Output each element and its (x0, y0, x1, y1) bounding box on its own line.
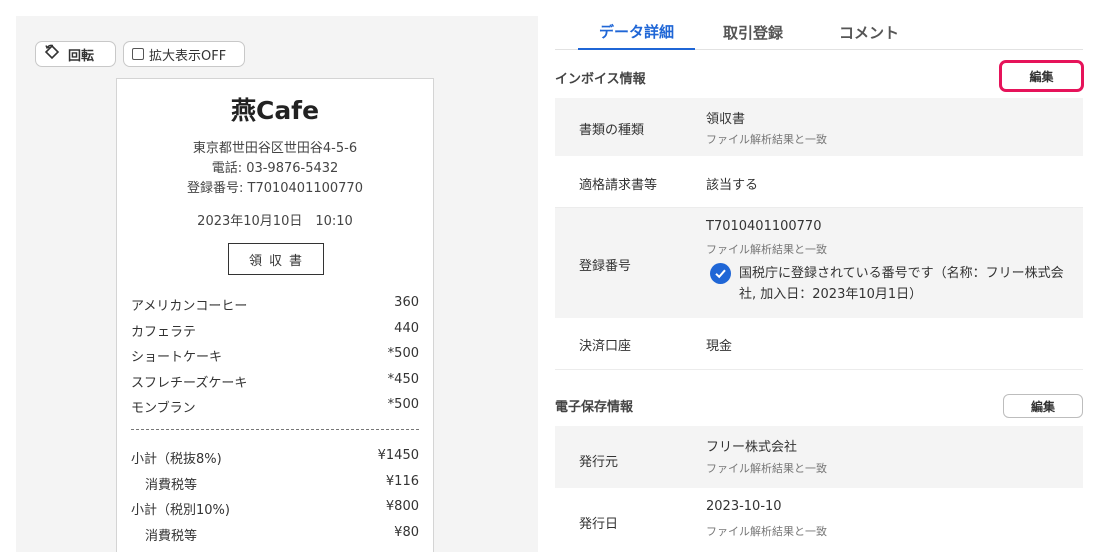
doc-type-value: 領収書 (706, 112, 746, 127)
detail-tabs: データ詳細 取引登録 コメント (555, 14, 1083, 50)
tab-data-details[interactable]: データ詳細 (578, 14, 695, 50)
issuer-note: ファイル解析結果と一致 (706, 462, 827, 475)
receipt-item: モンブラン *500 (131, 397, 419, 416)
qualified-value: 該当する (706, 178, 759, 193)
receipt-subtotal: 小計（税抜8%) ¥1450 (131, 448, 419, 467)
qualified-label: 適格請求書等 (579, 178, 658, 193)
rotate-label: 回転 (68, 48, 95, 64)
zoom-label: 拡大表示OFF (149, 48, 227, 64)
issuer-row: 発行元 フリー株式会社 ファイル解析結果と一致 (555, 426, 1083, 488)
receipt-item: カフェラテ 440 (131, 321, 419, 340)
registration-number-row: 登録番号 T7010401100770 ファイル解析結果と一致 国税庁に登録され… (555, 208, 1083, 318)
receipt-divider (131, 429, 419, 430)
tab-comments[interactable]: コメント (815, 14, 923, 50)
registration-note: ファイル解析結果と一致 (706, 243, 827, 256)
store-registration: 登録番号: T7010401100770 (187, 181, 363, 196)
store-address: 東京都世田谷区世田谷4-5-6 (192, 141, 358, 156)
tab-transaction-registration[interactable]: 取引登録 (705, 14, 801, 50)
registration-verified-text: 国税庁に登録されている番号です（名称：フリー株式会社, 加入日：2023年10月… (739, 266, 1064, 302)
issue-date-row: 発行日 2023-10-10 ファイル解析結果と一致 (555, 488, 1083, 552)
receipt-title: 領収書 (228, 243, 324, 275)
invoice-section-title: インボイス情報 (555, 72, 646, 87)
receipt-item: スフレチーズケーキ *450 (131, 372, 419, 391)
receipt-datetime: 2023年10月10日 10:10 (197, 214, 353, 229)
qualified-invoice-row: 適格請求書等 該当する (555, 156, 1083, 208)
issuer-label: 発行元 (579, 455, 619, 470)
zoom-toggle[interactable]: 拡大表示OFF (123, 41, 245, 67)
issue-date-value: 2023-10-10 (706, 499, 782, 514)
check-circle-icon (710, 263, 731, 284)
document-viewer: 回転 拡大表示OFF 燕Cafe 東京都世田谷区世田谷4-5-6 電話: 03-… (16, 16, 538, 552)
receipt-image: 燕Cafe 東京都世田谷区世田谷4-5-6 電話: 03-9876-5432 登… (116, 78, 434, 552)
receipt-item: アメリカンコーヒー 360 (131, 295, 419, 314)
store-name: 燕Cafe (230, 96, 320, 125)
estorage-edit-button[interactable]: 編集 (1003, 394, 1083, 418)
rotate-button[interactable]: 回転 (35, 41, 116, 67)
receipt-tax: 消費税等 ¥116 (145, 474, 419, 493)
issuer-value: フリー株式会社 (706, 440, 798, 455)
zoom-checkbox[interactable] (132, 48, 144, 60)
payment-account-row: 決済口座 現金 (555, 318, 1083, 370)
estorage-section-title: 電子保存情報 (555, 400, 634, 415)
issue-date-note: ファイル解析結果と一致 (706, 525, 827, 538)
doc-type-label: 書類の種類 (579, 123, 645, 138)
rotate-icon (44, 44, 60, 64)
registration-label: 登録番号 (579, 259, 632, 274)
account-label: 決済口座 (579, 339, 632, 354)
receipt-subtotal: 小計（税別10%) ¥800 (131, 499, 419, 518)
account-value: 現金 (706, 339, 733, 354)
doc-type-note: ファイル解析結果と一致 (706, 133, 827, 146)
store-phone: 電話: 03-9876-5432 (211, 161, 339, 176)
registration-value: T7010401100770 (706, 219, 822, 234)
issue-date-label: 発行日 (579, 517, 619, 532)
invoice-edit-button[interactable]: 編集 (999, 60, 1084, 92)
doc-type-row: 書類の種類 領収書 ファイル解析結果と一致 (555, 98, 1083, 156)
registration-verified: 国税庁に登録されている番号です（名称：フリー株式会社, 加入日：2023年10月… (710, 263, 1069, 305)
receipt-item: ショートケーキ *500 (131, 346, 419, 365)
receipt-tax: 消費税等 ¥80 (145, 525, 419, 544)
